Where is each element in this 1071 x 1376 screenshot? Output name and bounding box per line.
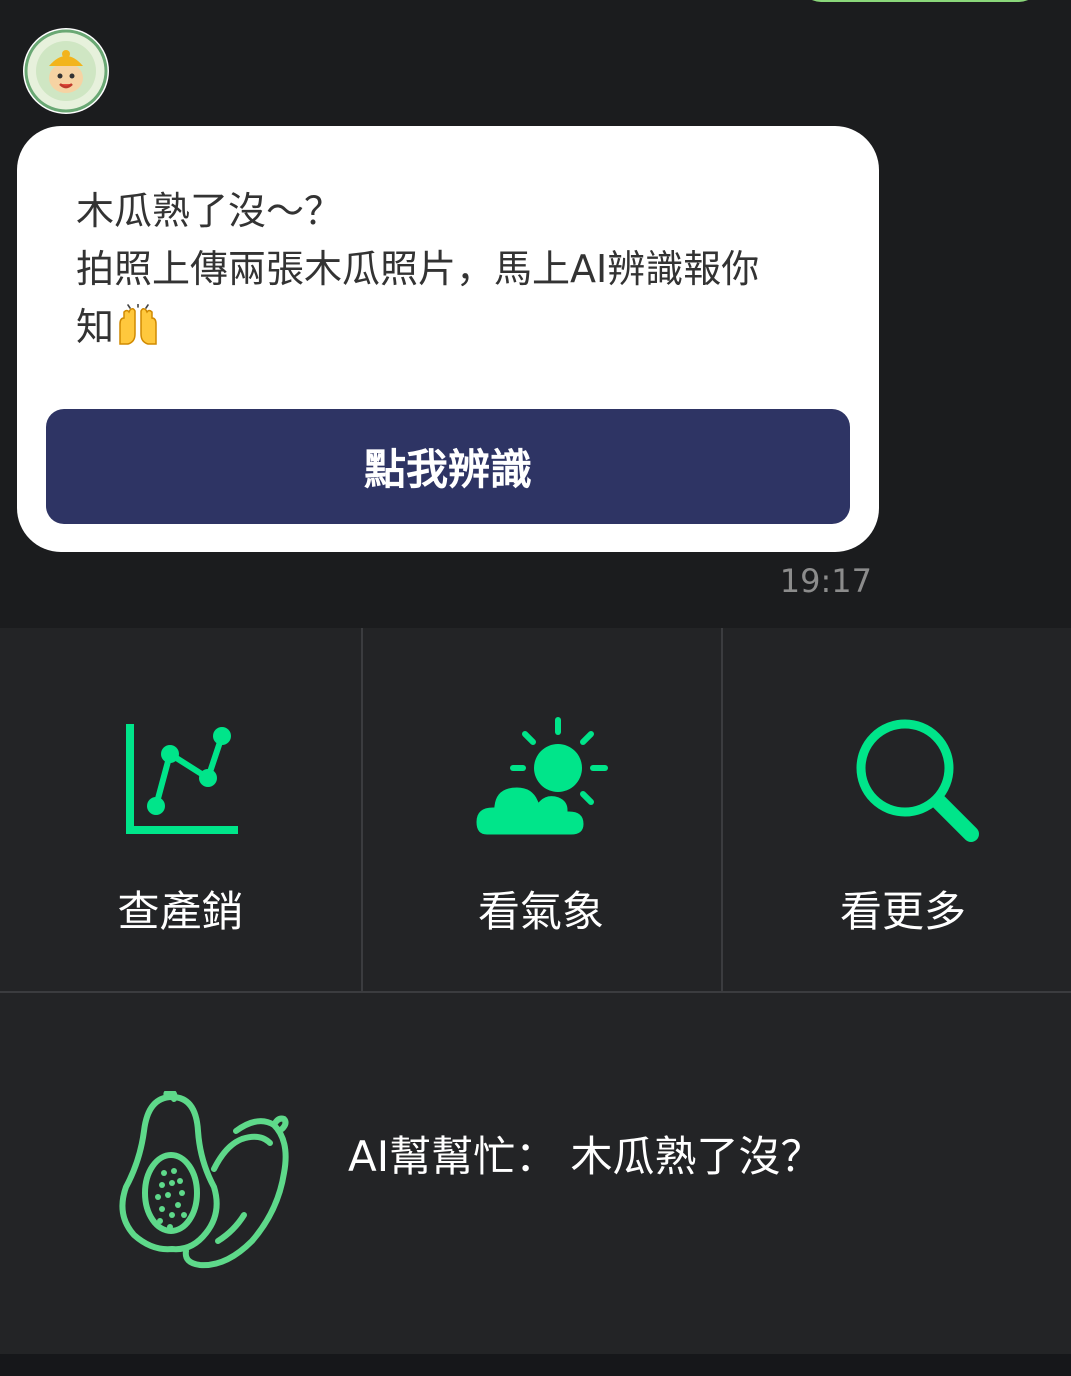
menu-item-weather[interactable]: 看氣象 bbox=[361, 628, 723, 993]
menu-item-production-sales[interactable]: 查產銷 bbox=[0, 628, 363, 993]
menu-item-see-more[interactable]: 看更多 bbox=[721, 628, 1071, 993]
message-body: 木瓜熟了沒～？ 拍照上傳兩張木瓜照片，馬上AI辨識報你 知 bbox=[76, 189, 760, 349]
menu-item-label: AI幫幫忙： 木瓜熟了沒？ bbox=[348, 1132, 823, 1181]
menu-item-papaya-ai[interactable]: AI幫幫忙： 木瓜熟了沒？ bbox=[0, 991, 1071, 1354]
raising-hands-icon bbox=[114, 303, 162, 346]
weather-sun-cloud-icon bbox=[473, 716, 613, 844]
previous-sent-bubble bbox=[800, 0, 1040, 2]
bot-avatar[interactable] bbox=[23, 28, 109, 114]
identify-button[interactable]: 點我辨識 bbox=[46, 409, 850, 524]
message-text: 木瓜熟了沒～？ 拍照上傳兩張木瓜照片，馬上AI辨識報你 知 bbox=[76, 182, 816, 356]
search-icon bbox=[853, 716, 981, 848]
menu-item-label: 看更多 bbox=[839, 887, 966, 936]
papaya-icon bbox=[118, 1088, 294, 1273]
menu-item-label: 查產銷 bbox=[117, 887, 244, 936]
chat-area: 木瓜熟了沒～？ 拍照上傳兩張木瓜照片，馬上AI辨識報你 知 點我辨識 19:17 bbox=[0, 0, 1071, 628]
menu-item-label: 看氣象 bbox=[477, 887, 604, 936]
line-chart-icon bbox=[124, 720, 240, 840]
bottom-bar bbox=[0, 1354, 1071, 1376]
message-bubble: 木瓜熟了沒～？ 拍照上傳兩張木瓜照片，馬上AI辨識報你 知 點我辨識 bbox=[17, 126, 879, 552]
rich-menu: 查產銷 看氣象 看更多 AI幫幫忙： 木瓜熟了沒？ bbox=[0, 628, 1071, 1354]
message-timestamp: 19:17 bbox=[779, 562, 872, 600]
